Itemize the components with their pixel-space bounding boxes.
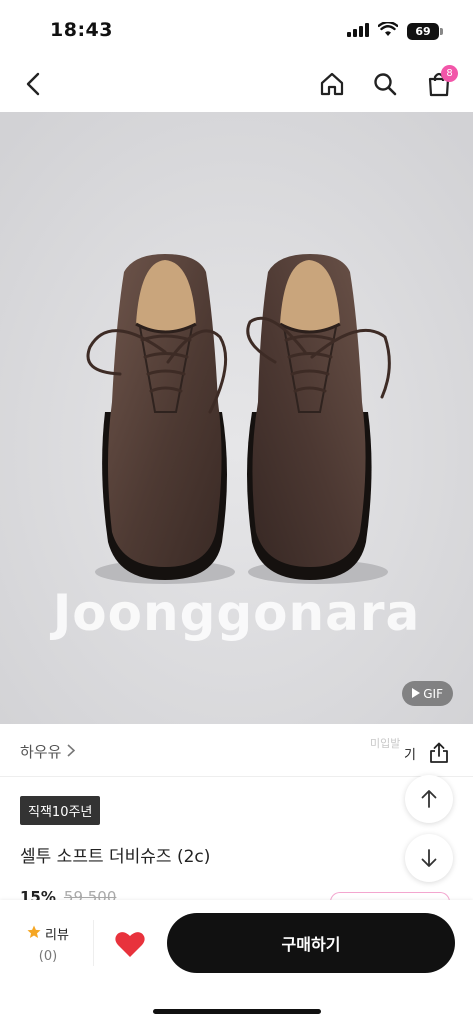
review-label-row: 리뷰 xyxy=(22,924,74,943)
product-title: 셀투 소프트 더비슈즈 (2c) xyxy=(20,847,211,867)
scroll-up-button[interactable] xyxy=(405,775,453,823)
heart-icon xyxy=(115,931,145,957)
product-image[interactable]: Joonggonara GIF xyxy=(0,112,473,724)
back-icon xyxy=(26,72,40,96)
bottom-action-bar: 리뷰 (0) 구매하기 xyxy=(0,900,473,1024)
buy-button[interactable]: 구매하기 xyxy=(167,913,455,973)
cart-button[interactable]: 8 xyxy=(419,64,459,104)
back-button[interactable] xyxy=(14,64,54,104)
arrow-down-icon xyxy=(421,849,437,867)
scroll-down-button[interactable] xyxy=(405,834,453,882)
battery-icon: 69 xyxy=(407,23,443,40)
search-button[interactable] xyxy=(365,64,405,104)
home-indicator xyxy=(153,1009,321,1014)
promo-tag: 직잭10주년 xyxy=(20,796,101,825)
gif-badge[interactable]: GIF xyxy=(402,681,453,706)
watermark: Joonggonara xyxy=(52,584,421,642)
share-icon xyxy=(430,742,448,763)
home-button[interactable] xyxy=(312,64,352,104)
cart-count-badge: 8 xyxy=(441,65,458,82)
faint-overlay-text: 미입발 xyxy=(370,737,401,750)
like-button[interactable] xyxy=(113,927,147,961)
signal-icon xyxy=(347,22,369,41)
status-time: 18:43 xyxy=(50,19,113,41)
top-nav: 8 xyxy=(0,56,473,112)
search-icon xyxy=(374,73,397,96)
vertical-divider xyxy=(93,920,94,966)
home-icon xyxy=(320,72,344,96)
star-icon xyxy=(27,925,41,943)
review-label: 리뷰 xyxy=(45,928,69,943)
review-button[interactable]: 리뷰 (0) xyxy=(22,924,74,964)
arrow-up-icon xyxy=(421,790,437,808)
share-label: 기 xyxy=(404,748,416,763)
gif-label: GIF xyxy=(423,686,443,701)
brand-link[interactable]: 하우유 xyxy=(20,741,76,762)
chevron-right-icon xyxy=(67,743,76,761)
product-info: 하우유 미입발 기 직잭10주년 셀투 소프트 더비슈즈 (2c) 15% 59… xyxy=(0,724,473,912)
brand-name: 하우유 xyxy=(20,743,62,761)
divider xyxy=(0,776,473,777)
review-count: (0) xyxy=(38,949,58,964)
status-bar: 18:43 69 xyxy=(0,0,473,56)
status-icons: 69 xyxy=(347,20,443,41)
play-icon xyxy=(412,687,421,701)
wifi-icon xyxy=(377,20,399,41)
share-button[interactable] xyxy=(426,740,452,766)
